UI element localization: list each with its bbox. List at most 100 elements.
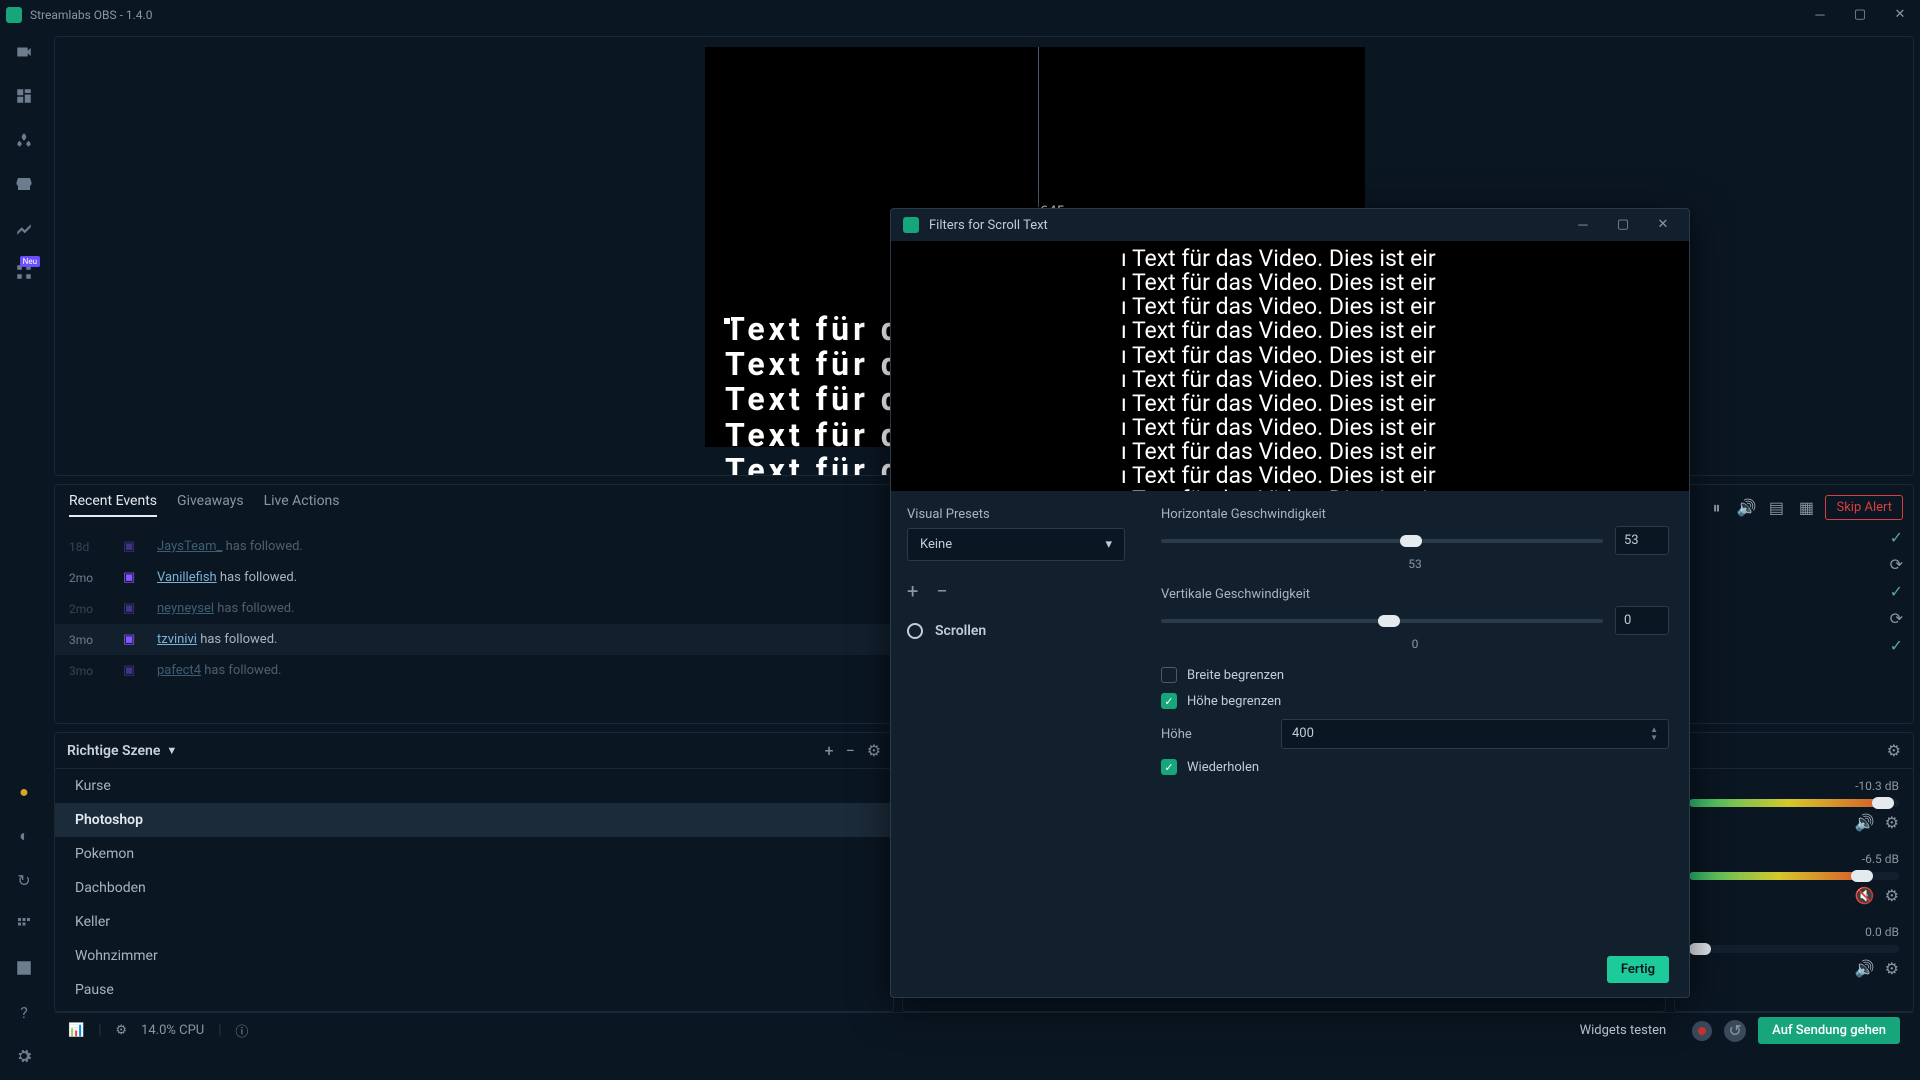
settings-icon[interactable] [12, 1044, 36, 1068]
dialog-minimize-button[interactable]: ─ [1569, 217, 1597, 233]
event-age: 2mo [69, 571, 109, 585]
check-icon[interactable]: ✓ [1890, 636, 1903, 655]
volume-slider[interactable] [1689, 945, 1899, 953]
tab-giveaways[interactable]: Giveaways [177, 493, 244, 517]
event-user[interactable]: neyneysel [157, 601, 214, 616]
remove-scene-button[interactable]: − [846, 741, 855, 760]
check-icon[interactable]: ✓ [1890, 582, 1903, 601]
refresh-icon[interactable]: ↻ [12, 868, 36, 892]
check-icon[interactable]: ✓ [1890, 528, 1903, 547]
themes-icon[interactable] [12, 128, 36, 152]
height-input[interactable]: 400 ▲▼ [1281, 719, 1669, 749]
gear-icon[interactable]: ⚙ [1885, 886, 1899, 905]
apps-icon[interactable]: Neu [12, 260, 36, 284]
add-filter-button[interactable]: + [907, 579, 918, 603]
visual-presets-select[interactable]: Keine ▾ [907, 528, 1125, 561]
editor-icon[interactable] [12, 40, 36, 64]
filter-item-scrollen[interactable]: Scrollen [907, 623, 1125, 639]
loop-checkbox[interactable]: ✓ Wiederholen [1161, 759, 1669, 775]
volume-slider[interactable] [1689, 872, 1899, 880]
skip-alert-button[interactable]: Skip Alert [1825, 495, 1903, 520]
speaker-icon[interactable]: 🔊 [1855, 959, 1875, 978]
scene-item[interactable]: Pokemon [55, 837, 893, 871]
mixer-channel: -10.3 dB 🔊 ⚙ [1675, 769, 1913, 842]
scene-indicator-icon[interactable]: ● [12, 780, 36, 804]
chevron-down-icon[interactable]: ▼ [166, 744, 177, 757]
twitch-icon: ▣ [123, 570, 143, 585]
dashboard-icon[interactable] [12, 84, 36, 108]
scene-settings-icon[interactable]: ⚙ [867, 741, 881, 760]
limit-width-checkbox[interactable]: Breite begrenzen [1161, 667, 1669, 683]
mixer-settings-icon[interactable]: ⚙ [1887, 741, 1901, 760]
checkbox-checked-icon: ✓ [1161, 693, 1177, 709]
volume-icon[interactable]: 🔊 [1735, 497, 1757, 519]
preview-text-line: ı Text für das Video. Dies ist eir [1121, 464, 1689, 488]
layout-icon[interactable] [12, 956, 36, 980]
event-text: has followed. [197, 632, 277, 647]
scroll-text-preview: Text für d Text für d Text für d Text fü… [725, 312, 903, 476]
limit-height-checkbox[interactable]: ✓ Höhe begrenzen [1161, 693, 1669, 709]
visual-presets-label: Visual Presets [907, 507, 1125, 522]
filter-name: Scrollen [935, 623, 986, 639]
list-view-icon[interactable]: ▤ [1765, 497, 1787, 519]
event-age: 18d [69, 540, 109, 554]
done-button[interactable]: Fertig [1607, 956, 1669, 983]
test-widgets-button[interactable]: Widgets testen [1566, 1017, 1681, 1044]
event-user[interactable]: JaysTeam_ [157, 539, 222, 554]
v-speed-slider[interactable] [1161, 619, 1603, 623]
scene-item[interactable]: Kurse [55, 769, 893, 803]
pause-alerts-icon[interactable]: ⏸ [1705, 497, 1727, 519]
scene-item[interactable]: Dachboden [55, 871, 893, 905]
grid-icon[interactable] [12, 912, 36, 936]
reload-icon[interactable]: ⟳ [1890, 555, 1903, 574]
help-icon[interactable]: ? [12, 1000, 36, 1024]
analytics-icon[interactable] [12, 216, 36, 240]
mute-icon[interactable]: 🔇 [1855, 886, 1875, 905]
dimension-line [1038, 47, 1039, 207]
scene-item[interactable]: Photoshop [55, 803, 893, 837]
event-age: 3mo [69, 633, 109, 647]
add-scene-button[interactable]: + [825, 741, 834, 760]
stats-icon[interactable]: 📊 [68, 1023, 84, 1038]
compact-view-icon[interactable]: ▦ [1795, 497, 1817, 519]
h-speed-value: 53 [1161, 557, 1669, 571]
info-icon[interactable]: ⓘ [235, 1021, 248, 1040]
maximize-button[interactable]: ▢ [1846, 7, 1874, 23]
dialog-close-button[interactable]: ✕ [1649, 217, 1677, 233]
reload-icon[interactable]: ⟳ [1890, 609, 1903, 628]
event-user[interactable]: Vanillefish [157, 570, 217, 585]
record-button[interactable] [1692, 1021, 1712, 1041]
dialog-maximize-button[interactable]: ▢ [1609, 217, 1637, 233]
speaker-icon[interactable]: 🔊 [1855, 813, 1875, 832]
h-speed-slider[interactable] [1161, 539, 1603, 543]
h-speed-input[interactable]: 53 [1615, 526, 1669, 555]
replay-buffer-icon[interactable]: ↺ [1724, 1020, 1746, 1042]
close-button[interactable]: ✕ [1886, 7, 1914, 23]
scene-item[interactable]: Wohnzimmer [55, 939, 893, 973]
spinner-icon[interactable]: ▲▼ [1650, 726, 1658, 742]
minimize-button[interactable]: ─ [1806, 7, 1834, 23]
scene-item[interactable]: Keller [55, 905, 893, 939]
scene-item[interactable]: Pause [55, 973, 893, 1007]
v-speed-input[interactable]: 0 [1615, 606, 1669, 635]
status-bar: 📊 | ⚙ 14.0% CPU | ⓘ Widgets testen ↺ Auf… [54, 1012, 1914, 1048]
perf-icon[interactable]: ⚙ [115, 1023, 127, 1038]
remove-filter-button[interactable]: − [936, 579, 947, 603]
store-icon[interactable] [12, 172, 36, 196]
selection-handle[interactable] [723, 317, 731, 325]
audio-mixer-panel: ⚙ -10.3 dB 🔊 ⚙ -6.5 dB 🔇 ⚙ 0.0 dB 🔊 ⚙ [1674, 732, 1914, 1012]
event-user[interactable]: pafect4 [157, 663, 201, 678]
twitch-icon: ▣ [123, 663, 143, 678]
tab-recent-events[interactable]: Recent Events [69, 493, 157, 517]
loop-label: Wiederholen [1187, 760, 1259, 775]
filter-preview: ı Text für das Video. Dies ist eirı Text… [891, 241, 1689, 491]
tab-live-actions[interactable]: Live Actions [264, 493, 340, 517]
go-live-button[interactable]: Auf Sendung gehen [1758, 1017, 1900, 1044]
gear-icon[interactable]: ⚙ [1885, 813, 1899, 832]
visibility-icon[interactable] [907, 623, 923, 639]
studio-mode-icon[interactable]: ◐ [12, 824, 36, 848]
volume-slider[interactable] [1689, 799, 1899, 807]
event-text: has followed. [222, 539, 302, 554]
gear-icon[interactable]: ⚙ [1885, 959, 1899, 978]
event-user[interactable]: tzvinivi [157, 632, 197, 647]
